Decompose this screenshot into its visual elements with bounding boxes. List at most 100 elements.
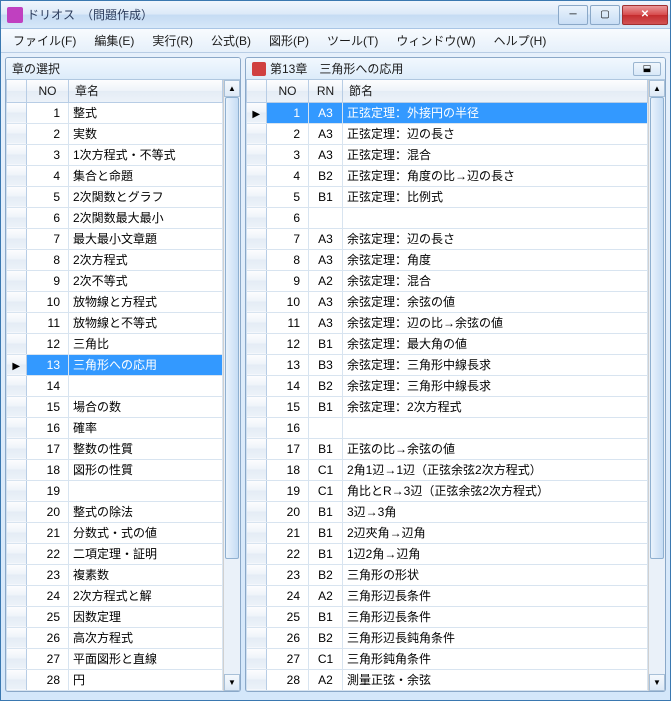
table-row[interactable]: 5B1正弦定理：比例式 (247, 186, 648, 207)
row-header[interactable]: ▶ (7, 354, 27, 375)
row-header[interactable] (7, 669, 27, 690)
row-header[interactable] (7, 522, 27, 543)
cell-name[interactable]: 複素数 (69, 564, 223, 585)
menu-item[interactable]: 公式(B) (203, 29, 259, 52)
cell-rn[interactable]: A2 (309, 585, 343, 606)
cell-no[interactable]: 19 (27, 480, 69, 501)
row-header[interactable] (247, 375, 267, 396)
table-row[interactable]: 242次方程式と解 (7, 585, 223, 606)
table-row[interactable]: 21B12辺夾角→辺角 (247, 522, 648, 543)
row-header[interactable] (7, 207, 27, 228)
row-header[interactable] (247, 480, 267, 501)
cell-name[interactable]: 2角1辺→1辺（正弦余弦2次方程式） (343, 459, 648, 480)
table-row[interactable]: 17整数の性質 (7, 438, 223, 459)
row-header[interactable] (7, 648, 27, 669)
cell-rn[interactable]: C1 (309, 480, 343, 501)
row-header[interactable] (7, 606, 27, 627)
row-header[interactable] (247, 543, 267, 564)
row-header[interactable] (247, 396, 267, 417)
cell-rn[interactable]: A3 (309, 291, 343, 312)
row-header[interactable] (247, 648, 267, 669)
table-row[interactable]: 6 (247, 207, 648, 228)
cell-no[interactable]: 21 (267, 522, 309, 543)
table-row[interactable]: 7最大最小文章題 (7, 228, 223, 249)
cell-name[interactable] (343, 207, 648, 228)
cell-rn[interactable] (309, 417, 343, 438)
cell-no[interactable]: 12 (27, 333, 69, 354)
cell-name[interactable]: 集合と命題 (69, 165, 223, 186)
scroll-down-button[interactable]: ▼ (649, 674, 665, 691)
table-row[interactable]: 23複素数 (7, 564, 223, 585)
table-row[interactable]: 52次関数とグラフ (7, 186, 223, 207)
cell-no[interactable]: 10 (27, 291, 69, 312)
cell-no[interactable]: 15 (267, 396, 309, 417)
cell-no[interactable]: 23 (267, 564, 309, 585)
table-row[interactable]: 16確率 (7, 417, 223, 438)
col-no[interactable]: NO (27, 80, 69, 102)
cell-no[interactable]: 11 (267, 312, 309, 333)
row-header[interactable] (247, 606, 267, 627)
table-row[interactable]: 22二項定理・証明 (7, 543, 223, 564)
cell-name[interactable]: 三角形の形状 (343, 564, 648, 585)
cell-name[interactable]: 2次方程式と解 (69, 585, 223, 606)
cell-name[interactable]: 2次不等式 (69, 270, 223, 291)
table-row[interactable]: 4集合と命題 (7, 165, 223, 186)
row-header[interactable] (247, 585, 267, 606)
table-row[interactable]: 17B1正弦の比→余弦の値 (247, 438, 648, 459)
cell-name[interactable]: 三角形辺長鈍角条件 (343, 627, 648, 648)
scroll-track[interactable] (649, 97, 665, 674)
cell-no[interactable]: 28 (27, 669, 69, 690)
table-row[interactable]: 13B3余弦定理：三角形中線長求 (247, 354, 648, 375)
cell-rn[interactable]: B3 (309, 354, 343, 375)
cell-name[interactable]: 分数式・式の値 (69, 522, 223, 543)
cell-no[interactable]: 8 (27, 249, 69, 270)
scroll-down-button[interactable]: ▼ (224, 674, 240, 691)
cell-no[interactable]: 8 (267, 249, 309, 270)
cell-rn[interactable]: A3 (309, 102, 343, 123)
cell-no[interactable]: 6 (267, 207, 309, 228)
cell-rn[interactable]: B2 (309, 165, 343, 186)
cell-no[interactable]: 20 (27, 501, 69, 522)
table-row[interactable]: 14 (7, 375, 223, 396)
row-header[interactable] (7, 144, 27, 165)
cell-name[interactable]: 図形の性質 (69, 459, 223, 480)
row-header[interactable] (247, 144, 267, 165)
cell-no[interactable]: 5 (267, 186, 309, 207)
cell-no[interactable]: 12 (267, 333, 309, 354)
col-name[interactable]: 章名 (69, 80, 223, 102)
cell-rn[interactable]: B1 (309, 501, 343, 522)
titlebar[interactable]: ドリオス （問題作成） ─ ▢ ✕ (1, 1, 670, 29)
cell-rn[interactable]: B2 (309, 627, 343, 648)
row-header[interactable] (247, 333, 267, 354)
cell-no[interactable]: 27 (27, 648, 69, 669)
cell-no[interactable]: 7 (27, 228, 69, 249)
cell-name[interactable]: 三角形鈍角条件 (343, 648, 648, 669)
cell-rn[interactable]: A3 (309, 312, 343, 333)
cell-no[interactable]: 13 (27, 354, 69, 375)
cell-name[interactable]: 余弦定理：三角形中線長求 (343, 354, 648, 375)
cell-rn[interactable]: B1 (309, 522, 343, 543)
scroll-up-button[interactable]: ▲ (224, 80, 240, 97)
table-row[interactable]: 26B2三角形辺長鈍角条件 (247, 627, 648, 648)
cell-name[interactable]: 三角形辺長条件 (343, 606, 648, 627)
cell-name[interactable]: 最大最小文章題 (69, 228, 223, 249)
cell-no[interactable]: 26 (267, 627, 309, 648)
cell-no[interactable]: 24 (27, 585, 69, 606)
row-header[interactable] (7, 438, 27, 459)
table-row[interactable]: 22B11辺2角→辺角 (247, 543, 648, 564)
table-row[interactable]: 15場合の数 (7, 396, 223, 417)
cell-rn[interactable]: A3 (309, 144, 343, 165)
table-row[interactable]: 1整式 (7, 102, 223, 123)
cell-no[interactable]: 10 (267, 291, 309, 312)
cell-name[interactable]: 角比とR→3辺（正弦余弦2次方程式） (343, 480, 648, 501)
section-grid[interactable]: NO RN 節名 ▶1A3正弦定理：外接円の半径2A3正弦定理：辺の長さ3A3正… (246, 80, 648, 691)
row-header[interactable] (247, 291, 267, 312)
cell-no[interactable]: 4 (27, 165, 69, 186)
row-header[interactable] (7, 396, 27, 417)
cell-rn[interactable]: B1 (309, 396, 343, 417)
table-row[interactable]: 4B2正弦定理：角度の比→辺の長さ (247, 165, 648, 186)
cell-name[interactable]: 2次方程式 (69, 249, 223, 270)
cell-no[interactable]: 22 (267, 543, 309, 564)
row-header[interactable] (7, 627, 27, 648)
table-row[interactable]: 3A3正弦定理：混合 (247, 144, 648, 165)
